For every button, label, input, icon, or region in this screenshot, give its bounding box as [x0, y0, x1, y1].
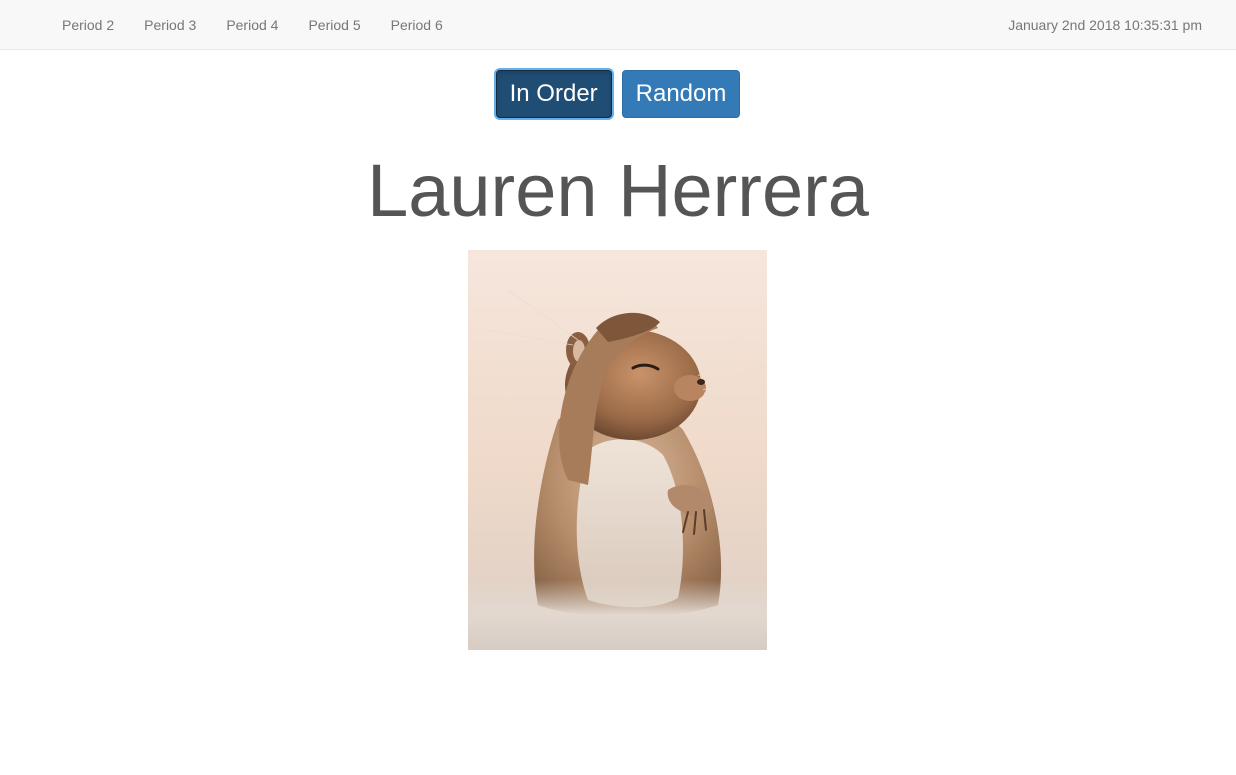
datetime-display: January 2nd 2018 10:35:31 pm	[1008, 17, 1202, 33]
student-photo	[468, 250, 767, 650]
in-order-button[interactable]: In Order	[495, 70, 612, 118]
random-button[interactable]: Random	[621, 70, 741, 118]
nav-period-4[interactable]: Period 4	[211, 0, 293, 50]
squirrel-image	[468, 250, 767, 650]
order-controls: In Order Random	[0, 70, 1236, 118]
nav-period-3[interactable]: Period 3	[129, 0, 211, 50]
student-name: Lauren Herrera	[367, 149, 869, 232]
nav-period-6[interactable]: Period 6	[376, 0, 458, 50]
nav-period-2[interactable]: Period 2	[47, 0, 129, 50]
top-navbar: Period 2 Period 3 Period 4 Period 5 Peri…	[0, 0, 1236, 50]
nav-period-5[interactable]: Period 5	[293, 0, 375, 50]
period-nav: Period 2 Period 3 Period 4 Period 5 Peri…	[47, 0, 458, 50]
